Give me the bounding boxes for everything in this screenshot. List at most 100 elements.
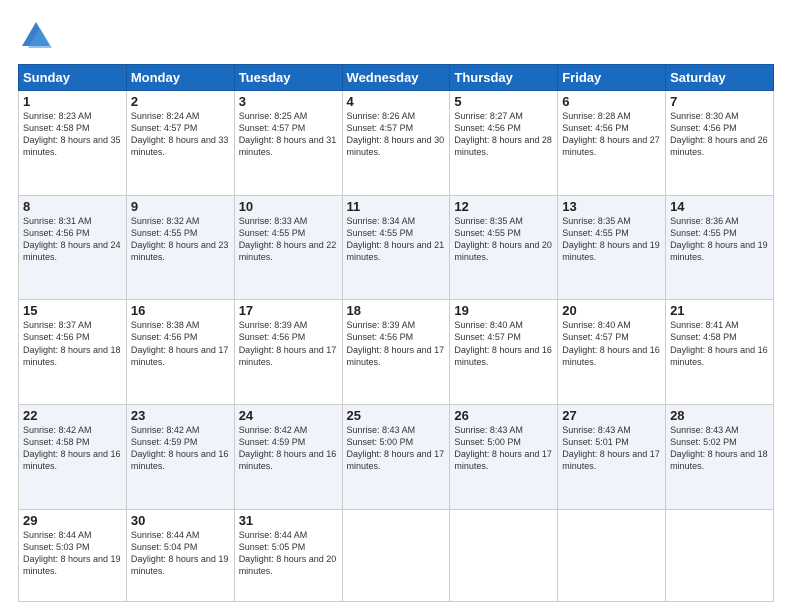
calendar-cell	[666, 509, 774, 601]
calendar-cell: 2 Sunrise: 8:24 AM Sunset: 4:57 PM Dayli…	[126, 91, 234, 196]
day-number: 8	[23, 199, 122, 214]
day-number: 1	[23, 94, 122, 109]
day-number: 24	[239, 408, 338, 423]
day-info: Sunrise: 8:30 AM Sunset: 4:56 PM Dayligh…	[670, 110, 769, 159]
calendar-cell: 5 Sunrise: 8:27 AM Sunset: 4:56 PM Dayli…	[450, 91, 558, 196]
day-info: Sunrise: 8:25 AM Sunset: 4:57 PM Dayligh…	[239, 110, 338, 159]
calendar-cell: 6 Sunrise: 8:28 AM Sunset: 4:56 PM Dayli…	[558, 91, 666, 196]
calendar-cell: 25 Sunrise: 8:43 AM Sunset: 5:00 PM Dayl…	[342, 404, 450, 509]
day-number: 30	[131, 513, 230, 528]
weekday-header: Wednesday	[342, 65, 450, 91]
day-info: Sunrise: 8:33 AM Sunset: 4:55 PM Dayligh…	[239, 215, 338, 264]
day-number: 16	[131, 303, 230, 318]
calendar-cell	[450, 509, 558, 601]
calendar-cell: 30 Sunrise: 8:44 AM Sunset: 5:04 PM Dayl…	[126, 509, 234, 601]
calendar-cell: 7 Sunrise: 8:30 AM Sunset: 4:56 PM Dayli…	[666, 91, 774, 196]
day-info: Sunrise: 8:42 AM Sunset: 4:58 PM Dayligh…	[23, 424, 122, 473]
calendar-cell	[558, 509, 666, 601]
day-info: Sunrise: 8:38 AM Sunset: 4:56 PM Dayligh…	[131, 319, 230, 368]
calendar-cell: 21 Sunrise: 8:41 AM Sunset: 4:58 PM Dayl…	[666, 300, 774, 405]
weekday-header: Friday	[558, 65, 666, 91]
calendar-cell: 27 Sunrise: 8:43 AM Sunset: 5:01 PM Dayl…	[558, 404, 666, 509]
weekday-header: Thursday	[450, 65, 558, 91]
day-number: 23	[131, 408, 230, 423]
day-info: Sunrise: 8:37 AM Sunset: 4:56 PM Dayligh…	[23, 319, 122, 368]
day-number: 5	[454, 94, 553, 109]
day-info: Sunrise: 8:39 AM Sunset: 4:56 PM Dayligh…	[347, 319, 446, 368]
day-info: Sunrise: 8:36 AM Sunset: 4:55 PM Dayligh…	[670, 215, 769, 264]
day-info: Sunrise: 8:44 AM Sunset: 5:05 PM Dayligh…	[239, 529, 338, 578]
day-number: 25	[347, 408, 446, 423]
day-info: Sunrise: 8:32 AM Sunset: 4:55 PM Dayligh…	[131, 215, 230, 264]
day-number: 31	[239, 513, 338, 528]
day-info: Sunrise: 8:39 AM Sunset: 4:56 PM Dayligh…	[239, 319, 338, 368]
day-info: Sunrise: 8:44 AM Sunset: 5:04 PM Dayligh…	[131, 529, 230, 578]
day-info: Sunrise: 8:42 AM Sunset: 4:59 PM Dayligh…	[131, 424, 230, 473]
calendar-table: SundayMondayTuesdayWednesdayThursdayFrid…	[18, 64, 774, 602]
weekday-header: Tuesday	[234, 65, 342, 91]
calendar-cell	[342, 509, 450, 601]
calendar-cell: 1 Sunrise: 8:23 AM Sunset: 4:58 PM Dayli…	[19, 91, 127, 196]
day-number: 13	[562, 199, 661, 214]
calendar-cell: 29 Sunrise: 8:44 AM Sunset: 5:03 PM Dayl…	[19, 509, 127, 601]
day-info: Sunrise: 8:42 AM Sunset: 4:59 PM Dayligh…	[239, 424, 338, 473]
day-number: 27	[562, 408, 661, 423]
day-number: 20	[562, 303, 661, 318]
header	[18, 18, 774, 54]
calendar-cell: 4 Sunrise: 8:26 AM Sunset: 4:57 PM Dayli…	[342, 91, 450, 196]
calendar-cell: 20 Sunrise: 8:40 AM Sunset: 4:57 PM Dayl…	[558, 300, 666, 405]
calendar-cell: 17 Sunrise: 8:39 AM Sunset: 4:56 PM Dayl…	[234, 300, 342, 405]
calendar-cell: 13 Sunrise: 8:35 AM Sunset: 4:55 PM Dayl…	[558, 195, 666, 300]
calendar-cell: 8 Sunrise: 8:31 AM Sunset: 4:56 PM Dayli…	[19, 195, 127, 300]
day-info: Sunrise: 8:40 AM Sunset: 4:57 PM Dayligh…	[562, 319, 661, 368]
calendar-cell: 12 Sunrise: 8:35 AM Sunset: 4:55 PM Dayl…	[450, 195, 558, 300]
calendar-cell: 23 Sunrise: 8:42 AM Sunset: 4:59 PM Dayl…	[126, 404, 234, 509]
day-number: 4	[347, 94, 446, 109]
day-number: 22	[23, 408, 122, 423]
calendar-cell: 31 Sunrise: 8:44 AM Sunset: 5:05 PM Dayl…	[234, 509, 342, 601]
day-info: Sunrise: 8:35 AM Sunset: 4:55 PM Dayligh…	[454, 215, 553, 264]
calendar-cell: 15 Sunrise: 8:37 AM Sunset: 4:56 PM Dayl…	[19, 300, 127, 405]
day-number: 14	[670, 199, 769, 214]
day-number: 2	[131, 94, 230, 109]
day-info: Sunrise: 8:40 AM Sunset: 4:57 PM Dayligh…	[454, 319, 553, 368]
day-info: Sunrise: 8:24 AM Sunset: 4:57 PM Dayligh…	[131, 110, 230, 159]
day-number: 3	[239, 94, 338, 109]
weekday-header: Monday	[126, 65, 234, 91]
day-info: Sunrise: 8:43 AM Sunset: 5:01 PM Dayligh…	[562, 424, 661, 473]
day-info: Sunrise: 8:44 AM Sunset: 5:03 PM Dayligh…	[23, 529, 122, 578]
weekday-header: Saturday	[666, 65, 774, 91]
calendar-cell: 26 Sunrise: 8:43 AM Sunset: 5:00 PM Dayl…	[450, 404, 558, 509]
day-info: Sunrise: 8:26 AM Sunset: 4:57 PM Dayligh…	[347, 110, 446, 159]
page: SundayMondayTuesdayWednesdayThursdayFrid…	[0, 0, 792, 612]
day-number: 6	[562, 94, 661, 109]
day-number: 12	[454, 199, 553, 214]
day-info: Sunrise: 8:31 AM Sunset: 4:56 PM Dayligh…	[23, 215, 122, 264]
calendar-cell: 14 Sunrise: 8:36 AM Sunset: 4:55 PM Dayl…	[666, 195, 774, 300]
day-number: 9	[131, 199, 230, 214]
weekday-header: Sunday	[19, 65, 127, 91]
calendar-cell: 10 Sunrise: 8:33 AM Sunset: 4:55 PM Dayl…	[234, 195, 342, 300]
day-number: 10	[239, 199, 338, 214]
day-number: 11	[347, 199, 446, 214]
calendar-cell: 11 Sunrise: 8:34 AM Sunset: 4:55 PM Dayl…	[342, 195, 450, 300]
day-info: Sunrise: 8:43 AM Sunset: 5:00 PM Dayligh…	[454, 424, 553, 473]
day-number: 26	[454, 408, 553, 423]
calendar-cell: 16 Sunrise: 8:38 AM Sunset: 4:56 PM Dayl…	[126, 300, 234, 405]
logo	[18, 18, 58, 54]
calendar-cell: 19 Sunrise: 8:40 AM Sunset: 4:57 PM Dayl…	[450, 300, 558, 405]
day-number: 18	[347, 303, 446, 318]
day-number: 15	[23, 303, 122, 318]
day-info: Sunrise: 8:41 AM Sunset: 4:58 PM Dayligh…	[670, 319, 769, 368]
day-number: 17	[239, 303, 338, 318]
calendar-cell: 3 Sunrise: 8:25 AM Sunset: 4:57 PM Dayli…	[234, 91, 342, 196]
day-info: Sunrise: 8:34 AM Sunset: 4:55 PM Dayligh…	[347, 215, 446, 264]
calendar-cell: 9 Sunrise: 8:32 AM Sunset: 4:55 PM Dayli…	[126, 195, 234, 300]
day-info: Sunrise: 8:43 AM Sunset: 5:02 PM Dayligh…	[670, 424, 769, 473]
day-number: 7	[670, 94, 769, 109]
calendar-cell: 22 Sunrise: 8:42 AM Sunset: 4:58 PM Dayl…	[19, 404, 127, 509]
day-info: Sunrise: 8:28 AM Sunset: 4:56 PM Dayligh…	[562, 110, 661, 159]
day-number: 29	[23, 513, 122, 528]
day-number: 21	[670, 303, 769, 318]
calendar-cell: 24 Sunrise: 8:42 AM Sunset: 4:59 PM Dayl…	[234, 404, 342, 509]
